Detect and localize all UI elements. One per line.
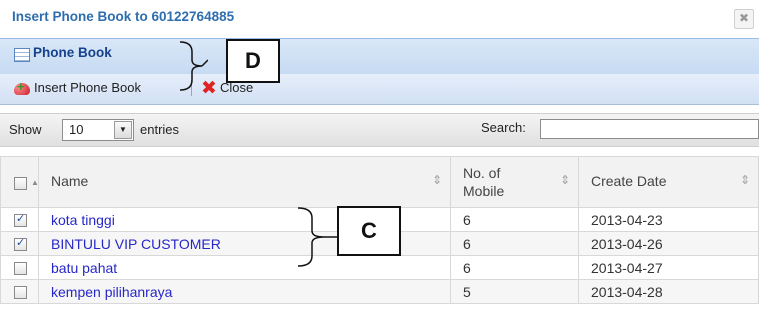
- panel-header: Phone Book: [0, 38, 759, 75]
- phone-book-name-link[interactable]: batu pahat: [39, 260, 117, 276]
- row-checkbox[interactable]: [14, 262, 27, 276]
- sort-icon: ⇕: [431, 173, 442, 187]
- entries-select[interactable]: 10 ▼: [62, 119, 134, 141]
- panel-title: Phone Book: [33, 45, 112, 60]
- annotation-d-label: D: [226, 39, 280, 83]
- create-date: 2013-04-26: [591, 235, 663, 252]
- insert-phone-book-button[interactable]: + Insert Phone Book: [14, 78, 141, 98]
- dialog-title: Insert Phone Book to 60122764885: [12, 9, 235, 24]
- mobile-count: 6: [463, 259, 471, 276]
- column-header-date[interactable]: Create Date ⇕: [578, 156, 759, 208]
- dialog-close-icon[interactable]: ✖: [734, 9, 754, 29]
- mobile-count: 5: [463, 283, 471, 300]
- phone-book-name-link[interactable]: BINTULU VIP CUSTOMER: [39, 236, 221, 252]
- toolbar: + Insert Phone Book ✖ Close: [0, 74, 759, 105]
- row-checkbox[interactable]: [14, 286, 27, 300]
- sort-asc-icon: ▲: [31, 178, 39, 187]
- dialog-titlebar: Insert Phone Book to 60122764885 ✖: [0, 0, 759, 36]
- row-checkbox[interactable]: [14, 212, 27, 228]
- phone-book-name-link[interactable]: kempen pilihanraya: [39, 284, 172, 300]
- brace-c-annotation: [297, 207, 337, 267]
- insert-phone-book-label: Insert Phone Book: [34, 80, 141, 95]
- brace-d-annotation: [179, 41, 208, 91]
- table-controls: Show 10 ▼ entries Search:: [0, 113, 759, 147]
- row-checkbox[interactable]: [14, 236, 27, 252]
- chevron-down-icon[interactable]: ▼: [114, 121, 132, 139]
- entries-value: 10: [69, 122, 84, 137]
- sort-icon: ⇕: [739, 173, 750, 187]
- insert-heart-icon: +: [14, 80, 30, 96]
- table-row[interactable]: batu pahat 6 2013-04-27: [0, 255, 759, 280]
- phone-book-name-link[interactable]: kota tinggi: [39, 212, 115, 228]
- create-date: 2013-04-23: [591, 211, 663, 228]
- annotation-c-label: C: [337, 206, 401, 256]
- table-row[interactable]: kempen pilihanraya 5 2013-04-28: [0, 279, 759, 304]
- table-icon: [14, 48, 30, 62]
- create-date: 2013-04-27: [591, 259, 663, 276]
- show-label: Show: [9, 122, 42, 137]
- select-all-checkbox[interactable]: [14, 176, 27, 190]
- search-label: Search:: [481, 120, 526, 135]
- mobile-count: 6: [463, 211, 471, 228]
- sort-icon: ⇕: [559, 173, 570, 187]
- column-header-name[interactable]: ▲ Name ⇕: [31, 156, 451, 208]
- entries-label: entries: [140, 122, 180, 137]
- create-date: 2013-04-28: [591, 283, 663, 300]
- mobile-count: 6: [463, 235, 471, 252]
- search-input[interactable]: [540, 119, 759, 139]
- column-header-mobile[interactable]: No. of Mobile ⇕: [450, 156, 579, 208]
